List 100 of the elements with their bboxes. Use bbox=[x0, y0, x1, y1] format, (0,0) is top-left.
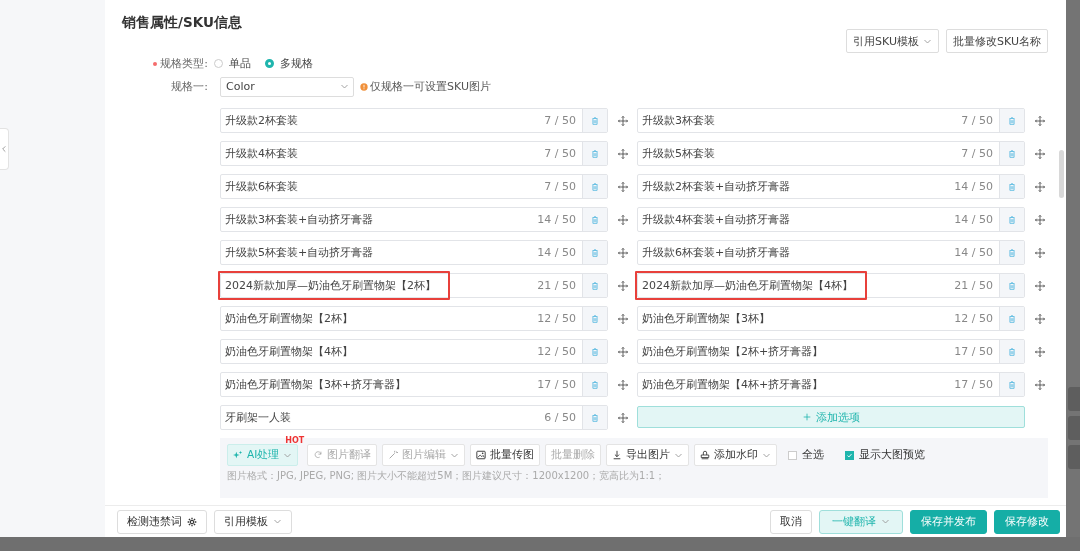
drag-handle-icon[interactable] bbox=[1035, 181, 1045, 192]
drag-handle-icon[interactable] bbox=[617, 313, 628, 324]
trash-icon bbox=[1007, 181, 1017, 192]
option-input[interactable]: 2024新款加厚—奶油色牙刷置物架【4杯】 21 / 50 bbox=[637, 273, 1025, 298]
option-value: 升级款3杯套装+自动挤牙膏器 bbox=[225, 212, 374, 227]
option-input[interactable]: 奶油色牙刷置物架【4杯】 12 / 50 bbox=[220, 339, 608, 364]
delete-button[interactable] bbox=[999, 307, 1024, 330]
option-input[interactable]: 升级款3杯套装+自动挤牙膏器 14 / 50 bbox=[220, 207, 608, 232]
drag-handle-icon[interactable] bbox=[1035, 214, 1045, 225]
option-value: 升级款6杯套装 bbox=[225, 179, 298, 194]
delete-button[interactable] bbox=[582, 274, 607, 297]
radio-label[interactable]: 多规格 bbox=[280, 56, 313, 71]
scrollbar[interactable] bbox=[1059, 150, 1064, 198]
option-input[interactable]: 奶油色牙刷置物架【3杯】 12 / 50 bbox=[637, 306, 1025, 331]
option-input[interactable]: 牙刷架一人装 6 / 50 bbox=[220, 405, 608, 430]
delete-button[interactable] bbox=[582, 406, 607, 429]
char-count: 12 / 50 bbox=[537, 345, 577, 358]
delete-button[interactable] bbox=[999, 274, 1024, 297]
toolbar-button[interactable]: 批量传图 bbox=[470, 444, 541, 466]
field-label: 规格一: bbox=[170, 79, 209, 94]
char-count: 17 / 50 bbox=[537, 378, 577, 391]
drag-handle-icon[interactable] bbox=[617, 115, 628, 126]
drag-handle-icon[interactable] bbox=[1035, 115, 1045, 126]
delete-button[interactable] bbox=[582, 109, 607, 132]
drag-handle-icon[interactable] bbox=[1035, 313, 1045, 324]
delete-button[interactable] bbox=[582, 241, 607, 264]
stamp-icon bbox=[700, 450, 711, 460]
option-input[interactable]: 2024新款加厚—奶油色牙刷置物架【2杯】 21 / 50 bbox=[220, 273, 608, 298]
drag-handle-icon[interactable] bbox=[1035, 280, 1045, 291]
plus-icon bbox=[802, 413, 811, 421]
drag-handle-icon[interactable] bbox=[617, 247, 628, 258]
option-input[interactable]: 升级款6杯套装 7 / 50 bbox=[220, 174, 608, 199]
option-value: 奶油色牙刷置物架【4杯+挤牙膏器】 bbox=[642, 377, 824, 392]
template-dropdown[interactable]: 引用SKU模板 bbox=[846, 29, 940, 53]
trash-icon bbox=[590, 313, 600, 324]
refresh-icon bbox=[313, 450, 324, 460]
delete-button[interactable] bbox=[999, 142, 1024, 165]
trash-icon bbox=[590, 412, 600, 423]
option-input[interactable]: 升级款5杯套装 7 / 50 bbox=[637, 141, 1025, 166]
delete-button[interactable] bbox=[999, 340, 1024, 363]
char-count: 7 / 50 bbox=[961, 114, 994, 127]
delete-button[interactable] bbox=[582, 373, 607, 396]
delete-button[interactable] bbox=[582, 142, 607, 165]
drag-handle-icon[interactable] bbox=[617, 214, 628, 225]
toolbar-button[interactable]: 导出图片 bbox=[606, 444, 690, 466]
option-input[interactable]: 升级款2杯套装+自动挤牙膏器 14 / 50 bbox=[637, 174, 1025, 199]
option-input[interactable]: 奶油色牙刷置物架【2杯+挤牙膏器】 17 / 50 bbox=[637, 339, 1025, 364]
char-count: 12 / 50 bbox=[954, 312, 994, 325]
char-count: 17 / 50 bbox=[954, 378, 994, 391]
option-input[interactable]: 升级款5杯套装+自动挤牙膏器 14 / 50 bbox=[220, 240, 608, 265]
option-input[interactable]: 升级款2杯套装 7 / 50 bbox=[220, 108, 608, 133]
drag-handle-icon[interactable] bbox=[1035, 346, 1045, 357]
delete-button[interactable] bbox=[582, 175, 607, 198]
toolbar-button[interactable]: 添加水印 bbox=[694, 444, 778, 466]
option-input[interactable]: 奶油色牙刷置物架【3杯+挤牙膏器】 17 / 50 bbox=[220, 372, 608, 397]
drag-handle-icon[interactable] bbox=[617, 346, 628, 357]
checkbox-label[interactable]: 显示大图预览 bbox=[859, 448, 926, 462]
caret-icon bbox=[273, 517, 282, 526]
delete-button[interactable] bbox=[999, 373, 1024, 396]
drag-handle-icon[interactable] bbox=[1035, 379, 1045, 390]
dropdown-button[interactable]: 引用模板 bbox=[214, 509, 292, 534]
trash-icon bbox=[1007, 247, 1017, 258]
drag-handle-icon[interactable] bbox=[617, 148, 628, 159]
option-value: 2024新款加厚—奶油色牙刷置物架【4杯】 bbox=[642, 278, 853, 293]
delete-button[interactable] bbox=[999, 208, 1024, 231]
option-input[interactable]: 奶油色牙刷置物架【2杯】 12 / 50 bbox=[220, 306, 608, 331]
checkbox-label[interactable]: 全选 bbox=[802, 448, 825, 462]
delete-button[interactable] bbox=[999, 109, 1024, 132]
action-button[interactable]: 检测违禁词 bbox=[117, 509, 207, 534]
rename-button[interactable]: 批量修改SKU名称 bbox=[946, 29, 1048, 53]
option-value: 奶油色牙刷置物架【2杯】 bbox=[225, 311, 353, 326]
option-value: 升级款4杯套装 bbox=[225, 146, 298, 161]
spec-select[interactable]: Color bbox=[220, 76, 354, 97]
delete-button[interactable] bbox=[582, 307, 607, 330]
checkbox[interactable] bbox=[845, 450, 855, 460]
delete-button[interactable] bbox=[999, 175, 1024, 198]
drag-handle-icon[interactable] bbox=[617, 181, 628, 192]
drag-handle-icon[interactable] bbox=[617, 280, 628, 291]
delete-button[interactable] bbox=[999, 241, 1024, 264]
delete-button[interactable] bbox=[582, 340, 607, 363]
char-count: 7 / 50 bbox=[544, 114, 577, 127]
option-input[interactable]: 升级款3杯套装 7 / 50 bbox=[637, 108, 1025, 133]
drag-handle-icon[interactable] bbox=[1035, 247, 1045, 258]
drag-handle-icon[interactable] bbox=[617, 379, 628, 390]
collapse-button[interactable] bbox=[0, 128, 9, 170]
drag-handle-icon[interactable] bbox=[617, 412, 628, 423]
option-input[interactable]: 升级款4杯套装+自动挤牙膏器 14 / 50 bbox=[637, 207, 1025, 232]
checkbox[interactable] bbox=[788, 450, 798, 460]
radio-label[interactable]: 单品 bbox=[229, 56, 251, 71]
option-input[interactable]: 升级款4杯套装 7 / 50 bbox=[220, 141, 608, 166]
action-button[interactable]: 取消 bbox=[770, 509, 812, 534]
radio-button[interactable] bbox=[265, 59, 274, 68]
drag-handle-icon[interactable] bbox=[1035, 148, 1045, 159]
trash-icon bbox=[590, 247, 600, 258]
field-label: 规格类型: bbox=[122, 56, 214, 71]
image-icon bbox=[476, 450, 487, 460]
delete-button[interactable] bbox=[582, 208, 607, 231]
option-input[interactable]: 奶油色牙刷置物架【4杯+挤牙膏器】 17 / 50 bbox=[637, 372, 1025, 397]
option-input[interactable]: 升级款6杯套装+自动挤牙膏器 14 / 50 bbox=[637, 240, 1025, 265]
trash-icon bbox=[590, 181, 600, 192]
